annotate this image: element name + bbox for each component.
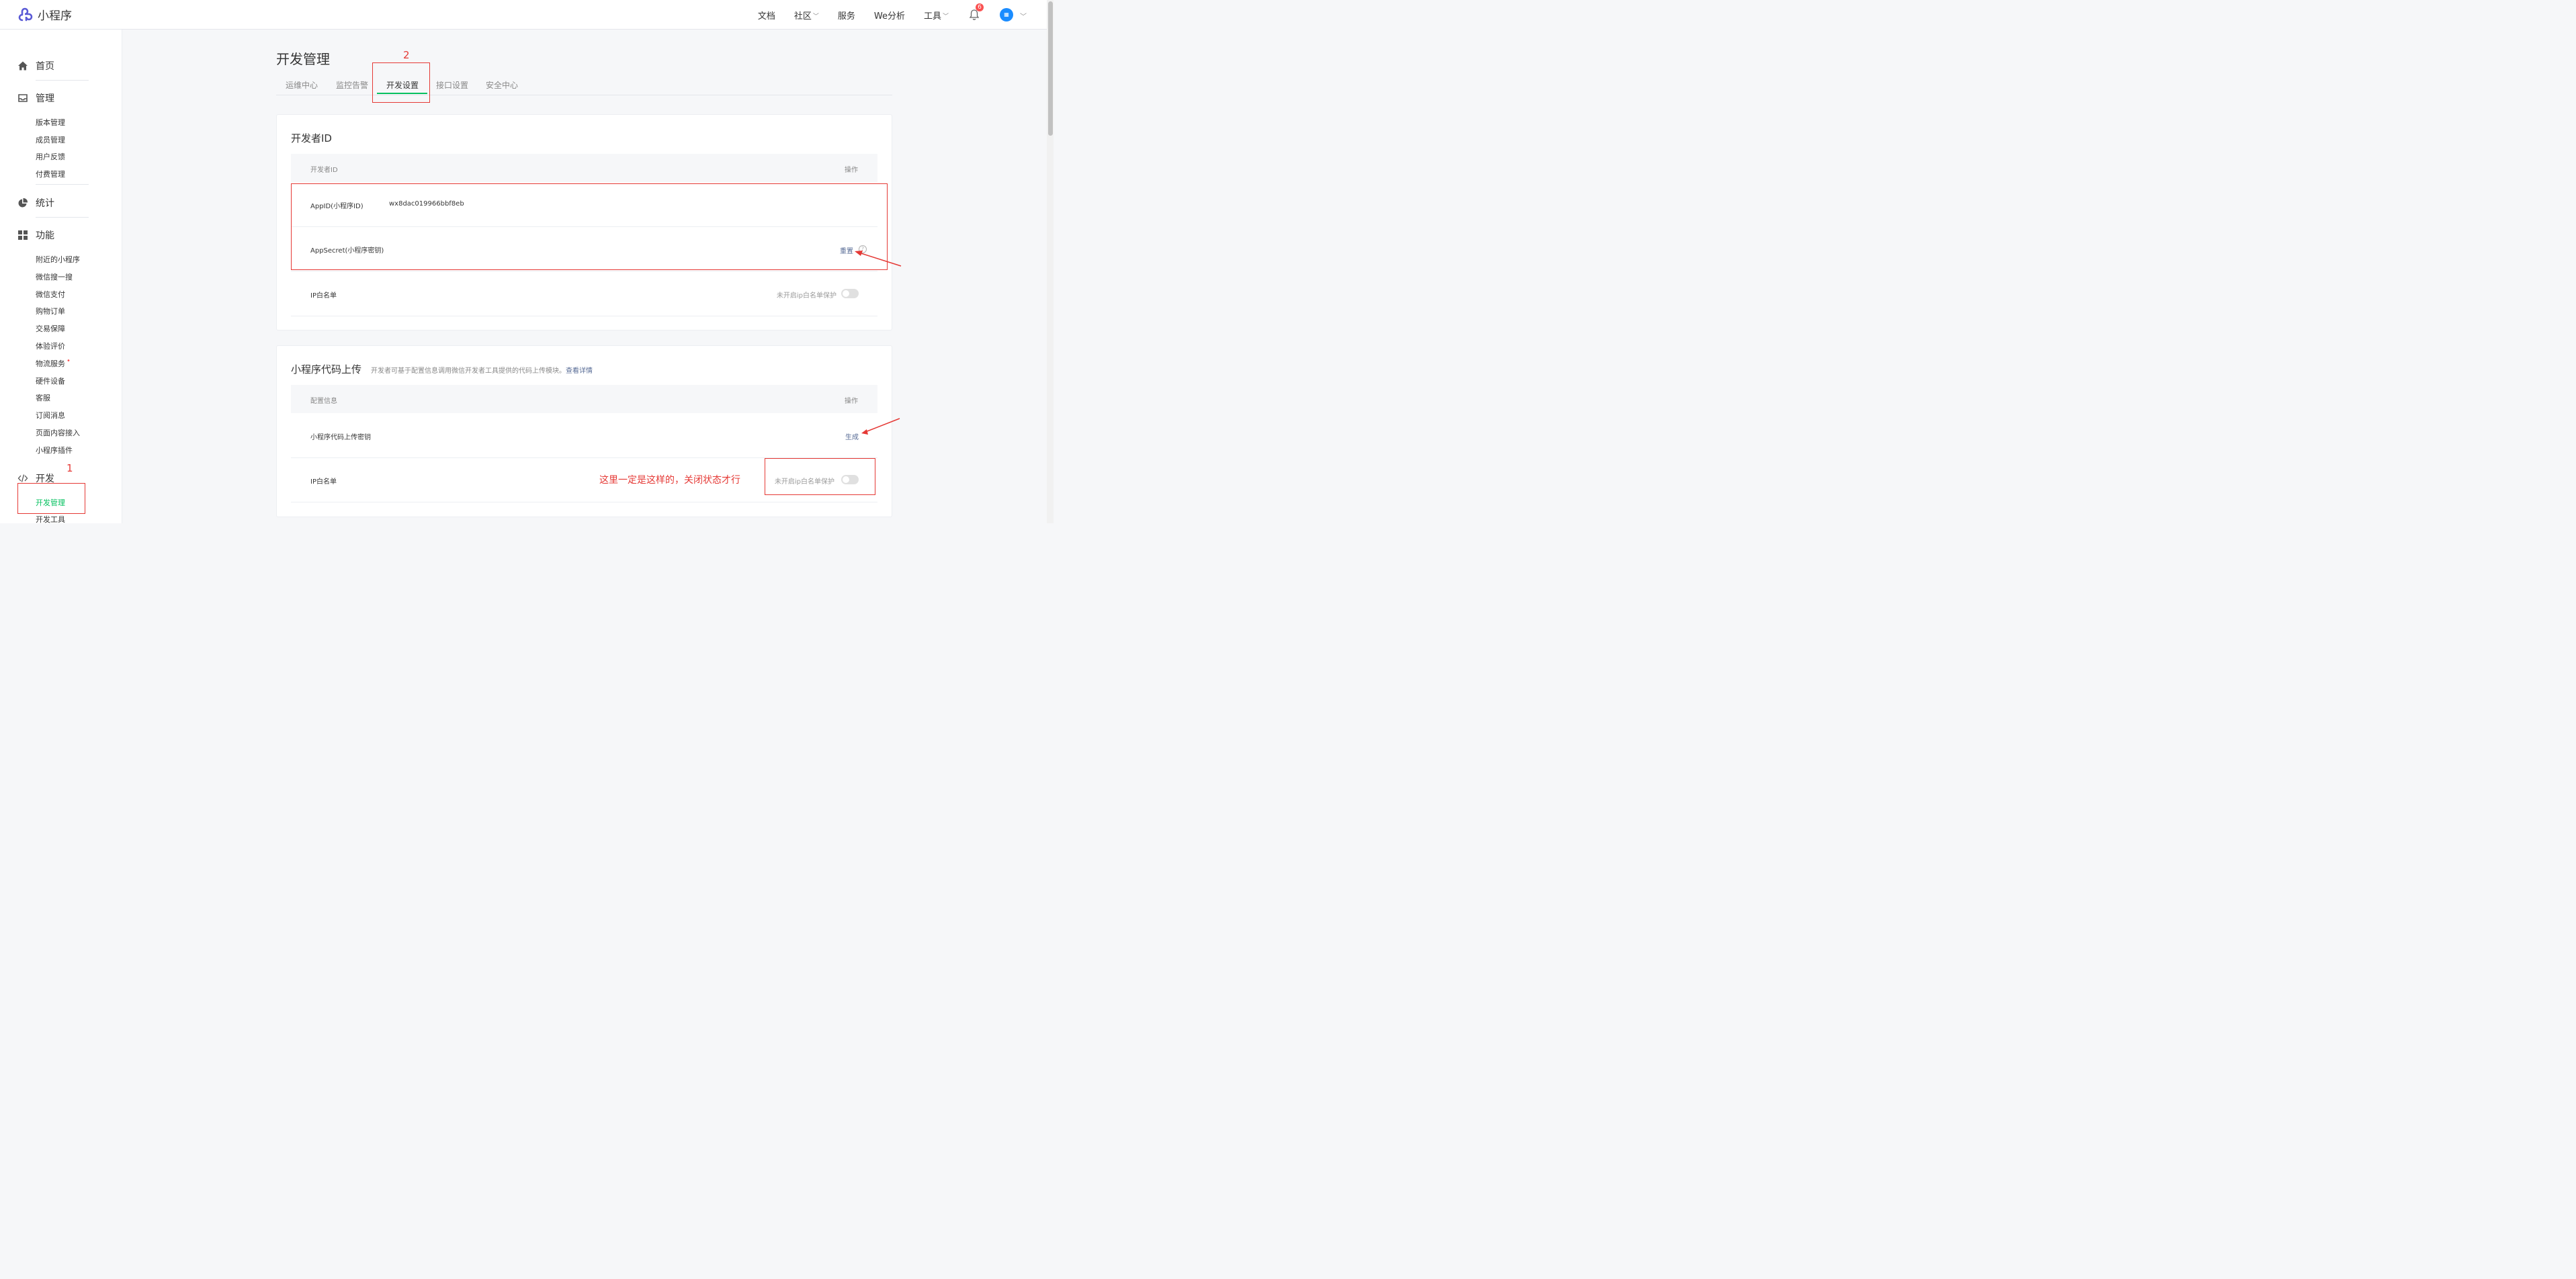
sidebar-item-hardware[interactable]: 硬件设备	[36, 376, 65, 386]
code-upload-title: 小程序代码上传 开发者可基于配置信息调用微信开发者工具提供的代码上传模块。查看详情	[291, 362, 593, 376]
ip-whitelist-row: IP白名单 未开启ip白名单保护	[291, 271, 877, 316]
tab-monitoring[interactable]: 监控告警	[336, 79, 368, 91]
sidebar-divider	[36, 184, 89, 185]
code-icon	[17, 474, 28, 482]
column-header-action: 操作	[845, 167, 858, 174]
sidebar-item-version[interactable]: 版本管理	[36, 117, 65, 128]
developer-id-table-header: 开发者ID 操作	[291, 154, 877, 182]
column-header-config: 配置信息	[310, 398, 337, 405]
annotation-step-2: 2	[403, 49, 410, 61]
inbox-icon	[18, 94, 28, 102]
notification-badge: 6	[976, 3, 984, 11]
sidebar-item-stats[interactable]: 统计	[17, 196, 54, 210]
scrollbar[interactable]	[1047, 0, 1054, 523]
tab-ops-center[interactable]: 运维中心	[286, 79, 318, 91]
sidebar-item-feedback[interactable]: 用户反馈	[36, 151, 65, 162]
sidebar-item-payment[interactable]: 付费管理	[36, 169, 65, 179]
tab-bar: 运维中心 监控告警 开发设置 接口设置 安全中心	[276, 74, 892, 95]
code-upload-title-text: 小程序代码上传	[291, 363, 362, 376]
column-header-developer-id: 开发者ID	[310, 167, 338, 174]
home-icon	[18, 61, 28, 71]
new-dot-badge: •	[67, 357, 71, 365]
sidebar-item-features[interactable]: 功能	[17, 228, 54, 242]
sidebar-item-customer-service[interactable]: 客服	[36, 392, 50, 403]
sidebar-label-manage: 管理	[36, 93, 54, 104]
developer-id-title: 开发者ID	[291, 132, 332, 144]
sidebar-divider	[36, 80, 89, 81]
tab-api-settings[interactable]: 接口设置	[436, 79, 468, 91]
column-header-action: 操作	[845, 398, 858, 405]
nav-docs-label: 文档	[757, 11, 775, 21]
tab-security-center[interactable]: 安全中心	[486, 79, 518, 91]
generate-key-button[interactable]: 生成	[845, 431, 859, 441]
nav-analytics[interactable]: We分析	[874, 9, 905, 21]
sidebar-item-review[interactable]: 体验评价	[36, 341, 65, 351]
app-name: 小程序	[38, 9, 72, 23]
pie-chart-icon	[18, 197, 28, 208]
annotation-box-sidebar	[17, 483, 85, 514]
annotation-note: 这里一定是这样的，关闭状态才行	[599, 475, 740, 486]
annotation-step-1: 1	[67, 462, 73, 474]
ip-whitelist-label: IP白名单	[310, 292, 337, 300]
view-details-link[interactable]: 查看详情	[566, 367, 593, 375]
top-nav: 文档 社区 ﹀ 服务 We分析 工具 ﹀ 6 ▦ ﹀	[739, 0, 1027, 30]
chevron-down-icon: ﹀	[942, 13, 949, 20]
logo[interactable]: 小程序	[17, 6, 72, 23]
nav-community[interactable]: 社区 ﹀	[794, 9, 819, 21]
nav-tools[interactable]: 工具 ﹀	[924, 9, 949, 21]
sidebar-item-trade-guarantee[interactable]: 交易保障	[36, 323, 65, 334]
miniprogram-logo-icon	[18, 7, 33, 21]
chevron-down-icon[interactable]: ﹀	[1020, 11, 1027, 21]
grid-icon	[18, 230, 28, 240]
sidebar-label-home: 首页	[36, 61, 54, 72]
chevron-down-icon: ﹀	[812, 13, 819, 20]
ip-whitelist-status: 未开启ip白名单保护	[776, 292, 836, 300]
sidebar-item-search[interactable]: 微信搜一搜	[36, 271, 73, 282]
avatar[interactable]: ▦	[1000, 8, 1013, 21]
sidebar-label-features: 功能	[36, 230, 54, 241]
sidebar-item-members[interactable]: 成员管理	[36, 134, 65, 145]
sidebar: 首页 管理 版本管理 成员管理 用户反馈 付费管理 统计 功能 附近的小程序 微…	[0, 30, 122, 525]
sidebar-item-nearby[interactable]: 附近的小程序	[36, 254, 80, 265]
sidebar-item-dev-tools[interactable]: 开发工具	[36, 514, 65, 525]
sidebar-item-orders[interactable]: 购物订单	[36, 306, 65, 316]
upload-key-row: 小程序代码上传密钥 生成	[291, 413, 877, 458]
page-title: 开发管理	[276, 51, 330, 67]
sidebar-divider	[36, 217, 89, 218]
upload-ip-whitelist-label: IP白名单	[310, 478, 337, 486]
nav-community-label: 社区	[793, 11, 812, 21]
sidebar-item-wxpay[interactable]: 微信支付	[36, 289, 65, 300]
upload-key-label: 小程序代码上传密钥	[310, 434, 371, 441]
annotation-box-tab	[372, 62, 430, 103]
scrollbar-thumb[interactable]	[1048, 1, 1053, 136]
code-upload-table-header: 配置信息 操作	[291, 385, 877, 413]
nav-tools-label: 工具	[923, 11, 941, 21]
sidebar-item-manage[interactable]: 管理	[17, 91, 54, 105]
annotation-box-toggle	[765, 458, 875, 495]
nav-services-label: 服务	[837, 11, 855, 21]
sidebar-item-page-content[interactable]: 页面内容接入	[36, 427, 80, 438]
nav-docs[interactable]: 文档	[758, 9, 775, 21]
sidebar-item-subscribe[interactable]: 订阅消息	[36, 410, 65, 421]
sidebar-label-stats: 统计	[36, 198, 54, 209]
nav-analytics-label: We分析	[873, 11, 905, 21]
sidebar-item-logistics-label: 物流服务	[36, 359, 65, 368]
code-upload-description: 开发者可基于配置信息调用微信开发者工具提供的代码上传模块。	[371, 367, 566, 375]
notifications-button[interactable]: 6	[969, 3, 984, 21]
sidebar-item-logistics[interactable]: 物流服务 •	[36, 357, 71, 369]
sidebar-item-plugins[interactable]: 小程序插件	[36, 445, 73, 455]
ip-whitelist-toggle[interactable]	[841, 289, 859, 298]
nav-services[interactable]: 服务	[838, 9, 855, 21]
top-bar: 小程序 文档 社区 ﹀ 服务 We分析 工具 ﹀ 6 ▦ ﹀	[0, 0, 1047, 30]
sidebar-item-home[interactable]: 首页	[17, 59, 54, 73]
annotation-box-credentials	[291, 183, 888, 270]
